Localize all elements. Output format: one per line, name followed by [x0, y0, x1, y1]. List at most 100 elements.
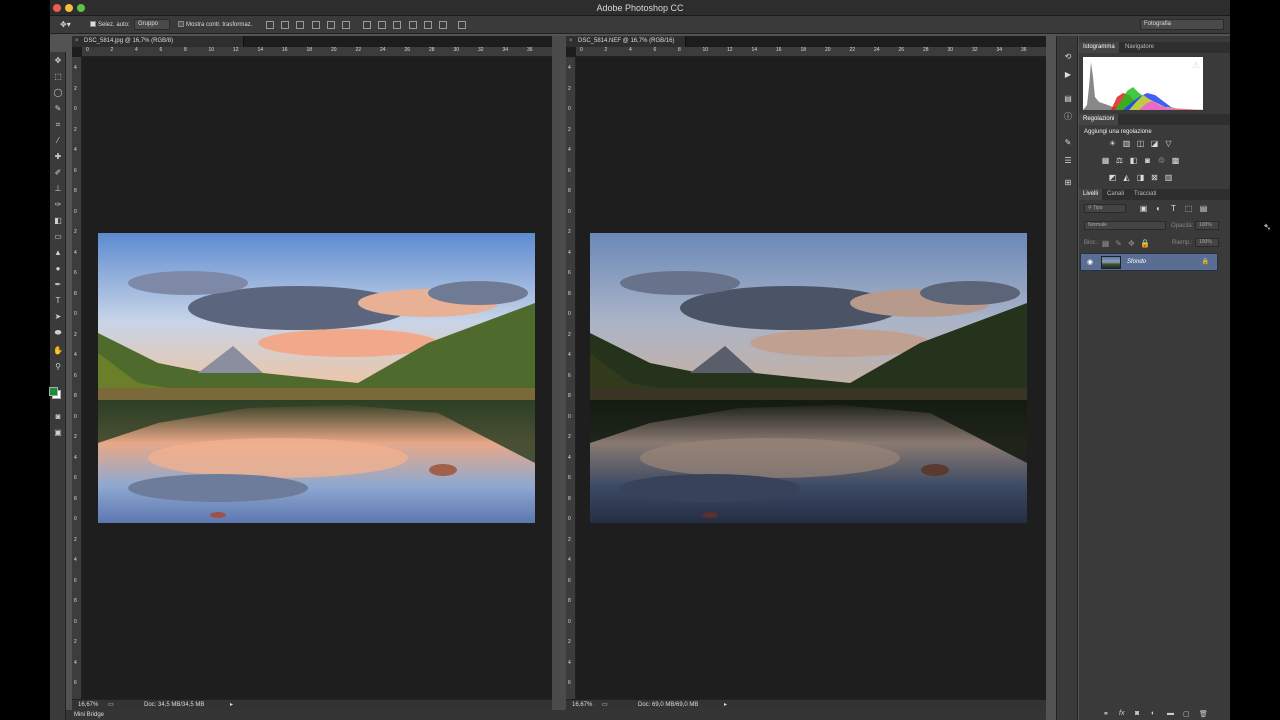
path-select-tool-icon[interactable]: ➤ [53, 312, 63, 322]
clone-stamp-tool-icon[interactable]: ⊥ [53, 184, 63, 194]
shape-tool-icon[interactable]: ⬬ [53, 328, 63, 338]
eyedropper-tool-icon[interactable]: ⁄ [53, 136, 63, 146]
lock-pixels-icon[interactable]: ✎ [1114, 239, 1123, 248]
workspace-dropdown[interactable]: Fotografia [1140, 19, 1224, 30]
invert-icon[interactable]: ◩ [1108, 173, 1117, 182]
horizontal-ruler[interactable]: 0 2 4 6 8 10 12 14 16 18 20 22 24 26 28 30 32 34 36 [576, 47, 1046, 57]
blend-mode-dropdown[interactable]: Normale [1084, 221, 1166, 230]
selective-color-icon[interactable]: ⊠ [1150, 173, 1159, 182]
properties-panel-icon[interactable]: ▤ [1063, 94, 1073, 104]
opacity-field[interactable]: 100% [1195, 221, 1219, 230]
black-white-icon[interactable]: ◧ [1129, 156, 1138, 165]
close-tab-icon[interactable]: × [569, 36, 573, 47]
channel-mixer-icon[interactable]: ♲ [1157, 156, 1166, 165]
filter-shape-icon[interactable]: ⬚ [1184, 204, 1193, 213]
brightness-contrast-icon[interactable]: ☀ [1108, 139, 1117, 148]
clone-source-panel-icon[interactable]: ⊞ [1063, 178, 1073, 188]
align-right-icon[interactable] [342, 21, 350, 29]
filter-type-icon[interactable]: T [1169, 204, 1178, 213]
move-tool-icon[interactable]: ✥ [53, 56, 63, 66]
document-tab-jpg[interactable]: × DSC_5814.jpg @ 16,7% (RGB/8) [72, 36, 244, 47]
canvas-area[interactable] [82, 57, 552, 699]
screen-mode-icon[interactable]: ▣ [53, 428, 63, 438]
levels-icon[interactable]: ▥ [1122, 139, 1131, 148]
layer-filter-dropdown[interactable]: ⚲ Tipo [1084, 204, 1126, 213]
lock-transparency-icon[interactable]: ▦ [1101, 239, 1110, 248]
history-panel-icon[interactable]: ⟲ [1063, 52, 1073, 62]
align-vcenter-icon[interactable] [281, 21, 289, 29]
brush-presets-panel-icon[interactable]: ☰ [1063, 156, 1073, 166]
distribute-bottom-icon[interactable] [393, 21, 401, 29]
align-top-icon[interactable] [266, 21, 274, 29]
add-mask-icon[interactable]: ◙ [1135, 710, 1139, 717]
new-layer-icon[interactable]: ▢ [1183, 710, 1190, 718]
brush-panel-icon[interactable]: ✎ [1063, 138, 1073, 148]
lasso-tool-icon[interactable]: ◯ [53, 88, 63, 98]
filter-pixel-icon[interactable]: ▣ [1139, 204, 1148, 213]
tab-layers[interactable]: Livelli [1079, 189, 1103, 200]
cache-warning-icon[interactable]: ⚠ [1192, 60, 1200, 71]
align-hcenter-icon[interactable] [327, 21, 335, 29]
eraser-tool-icon[interactable]: ◧ [53, 216, 63, 226]
gradient-map-icon[interactable]: ▥ [1164, 173, 1173, 182]
color-lookup-icon[interactable]: ▩ [1171, 156, 1180, 165]
threshold-icon[interactable]: ◨ [1136, 173, 1145, 182]
quick-mask-icon[interactable]: ◙ [53, 412, 63, 422]
vertical-ruler[interactable]: 4 2 0 2 4 6 8 0 2 4 6 8 0 2 4 6 8 0 2 4 6 8 0 2 4 6 8 0 2 4 6 [72, 57, 82, 699]
actions-panel-icon[interactable]: ▶ [1063, 70, 1073, 80]
horizontal-ruler[interactable]: 0 2 4 6 8 10 12 14 16 18 20 22 24 26 28 30 32 34 36 [82, 47, 552, 57]
move-tool-preset-icon[interactable]: ✥▾ [60, 20, 71, 30]
distribute-right-icon[interactable] [439, 21, 447, 29]
tab-paths[interactable]: Tracciati [1130, 189, 1160, 200]
lock-position-icon[interactable]: ✥ [1127, 239, 1136, 248]
show-transform-checkbox[interactable]: Mostra contr. trasformaz. [178, 20, 252, 30]
quick-select-tool-icon[interactable]: ✎ [53, 104, 63, 114]
color-balance-icon[interactable]: ⚖ [1115, 156, 1124, 165]
hand-tool-icon[interactable]: ✋ [53, 346, 63, 356]
hue-saturation-icon[interactable]: ▦ [1101, 156, 1110, 165]
gradient-tool-icon[interactable]: ▭ [53, 232, 63, 242]
tab-navigator[interactable]: Navigatore [1121, 42, 1158, 53]
align-bottom-icon[interactable] [296, 21, 304, 29]
new-adjustment-layer-icon[interactable]: ◐ [1151, 710, 1155, 717]
filter-smart-icon[interactable]: ▤ [1199, 204, 1208, 213]
mini-bridge-tab[interactable]: Mini Bridge [66, 710, 1046, 720]
layer-style-icon[interactable]: fx [1119, 710, 1124, 717]
zoom-tool-icon[interactable]: ⚲ [53, 362, 63, 372]
foreground-color-swatch[interactable] [49, 387, 58, 396]
auto-select-dropdown[interactable]: Gruppo [134, 19, 170, 30]
distribute-hcenter-icon[interactable] [424, 21, 432, 29]
type-tool-icon[interactable]: T [53, 296, 63, 306]
posterize-icon[interactable]: ◭ [1122, 173, 1131, 182]
document-tab-nef[interactable]: × DSC_5814.NEF @ 16,7% (RGB/16) [566, 36, 686, 47]
dodge-tool-icon[interactable]: ● [53, 264, 63, 274]
document-splitter[interactable] [552, 36, 566, 710]
layer-name[interactable]: Sfondo [1127, 259, 1146, 265]
photo-filter-icon[interactable]: ◙ [1143, 156, 1152, 165]
distribute-left-icon[interactable] [409, 21, 417, 29]
lock-all-icon[interactable]: 🔒 [1140, 239, 1150, 248]
tab-adjustments[interactable]: Regolazioni [1079, 114, 1119, 125]
info-panel-icon[interactable]: ⓘ [1063, 112, 1073, 122]
history-brush-tool-icon[interactable]: ✑ [53, 200, 63, 210]
distribute-top-icon[interactable] [363, 21, 371, 29]
tab-channels[interactable]: Canali [1103, 189, 1128, 200]
auto-select-checkbox[interactable]: Selez. auto: [90, 20, 130, 30]
vertical-ruler[interactable]: 4 2 0 2 4 6 8 0 2 4 6 8 0 2 4 6 8 0 2 4 6 8 0 2 4 6 8 0 2 4 6 [566, 57, 576, 699]
canvas-area[interactable]: ➴ [576, 57, 1271, 699]
tab-histogram[interactable]: Istogramma [1079, 42, 1119, 53]
curves-icon[interactable]: ◫ [1136, 139, 1145, 148]
crop-tool-icon[interactable]: ⌗ [53, 120, 63, 130]
link-layers-icon[interactable]: ⚭ [1103, 710, 1109, 718]
align-left-icon[interactable] [312, 21, 320, 29]
vibrance-icon[interactable]: ▽ [1164, 139, 1173, 148]
delete-layer-icon[interactable]: 🗑 [1199, 710, 1208, 718]
filter-adjustment-icon[interactable]: ◐ [1154, 204, 1163, 213]
exposure-icon[interactable]: ◪ [1150, 139, 1159, 148]
layer-visibility-eye-icon[interactable]: ◉ [1087, 258, 1093, 266]
healing-brush-tool-icon[interactable]: ✚ [53, 152, 63, 162]
blur-tool-icon[interactable]: ▲ [53, 248, 63, 258]
fill-field[interactable]: 100% [1195, 238, 1219, 247]
auto-align-icon[interactable] [458, 21, 466, 29]
distribute-vcenter-icon[interactable] [378, 21, 386, 29]
